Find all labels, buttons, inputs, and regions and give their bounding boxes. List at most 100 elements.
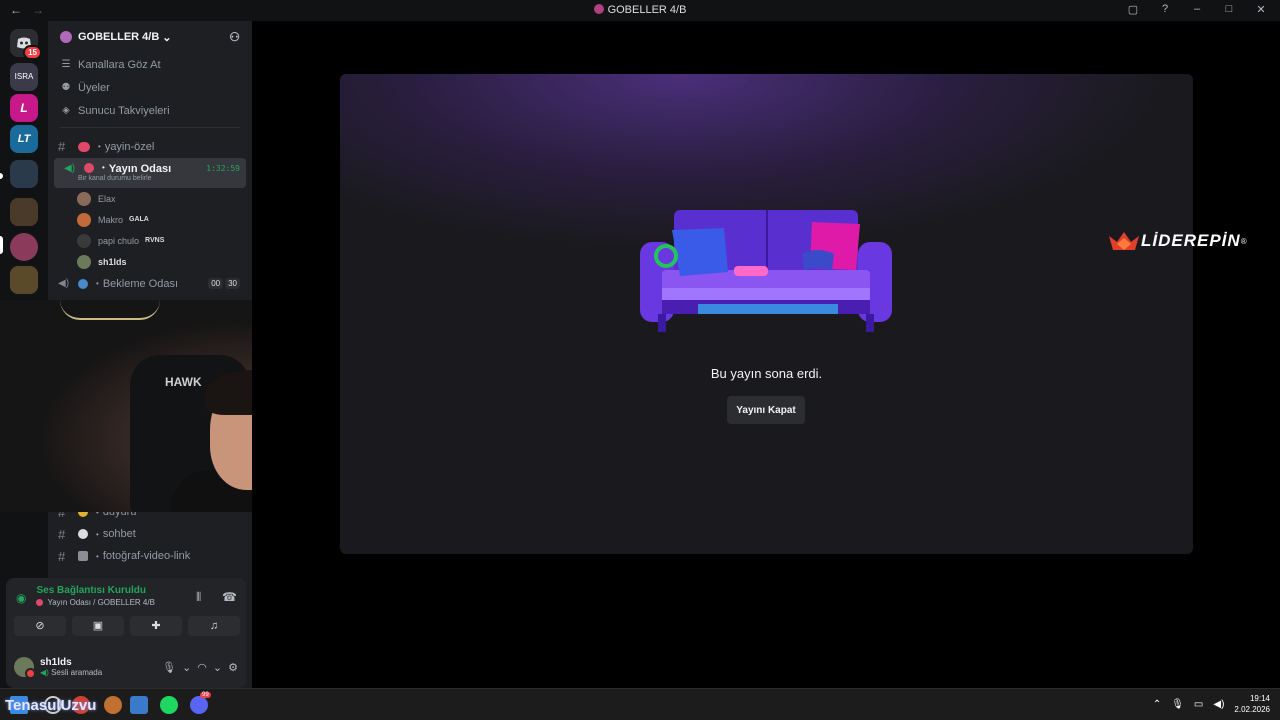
inbox-icon[interactable]: ▢ bbox=[1126, 3, 1140, 16]
hash-icon: # bbox=[58, 139, 66, 154]
window-title: GOBELLER 4/B bbox=[0, 4, 1280, 16]
user-status: ◀) Sesli aramada bbox=[40, 668, 103, 677]
clan-tag: GALA bbox=[129, 216, 149, 223]
chair-brand: HAWK bbox=[165, 375, 202, 389]
guild-folder-1[interactable] bbox=[10, 160, 38, 188]
discord-badge: 99 bbox=[200, 692, 211, 698]
unread-badge: 15 bbox=[23, 45, 42, 60]
channels-icon: ☰ bbox=[61, 59, 71, 70]
voice-user[interactable]: Elax bbox=[48, 188, 252, 209]
guild-l-pink[interactable]: L bbox=[10, 94, 38, 122]
browse-channels[interactable]: ☰ Kanallara Göz At bbox=[48, 53, 252, 76]
globe-icon bbox=[78, 278, 88, 289]
channel-fotograf[interactable]: # • fotoğraf-video-link bbox=[48, 545, 252, 567]
clan-tag: RVNS bbox=[145, 237, 165, 244]
user-count: 00 30 bbox=[208, 278, 240, 289]
speaker-icon: ◀) bbox=[64, 163, 76, 174]
voice-user[interactable]: Makro GALA bbox=[48, 209, 252, 230]
film-icon bbox=[78, 551, 88, 561]
chevron-down-icon[interactable]: ⌄ bbox=[182, 661, 191, 674]
signal-icon[interactable]: ◉ bbox=[16, 591, 26, 607]
settings-gear-icon[interactable]: ⚙ bbox=[228, 661, 238, 674]
app-icon-2[interactable] bbox=[130, 696, 148, 714]
hash-icon: # bbox=[58, 548, 66, 564]
voice-actions: ⊘ ▣ ✚ ♫ bbox=[14, 616, 240, 636]
channel-yayin-odasi[interactable]: ◀) • Yayın Odası 1:32:59 Bir kanal durum… bbox=[54, 158, 246, 188]
main-content: Bu yayın sona erdi. Yayını Kapat LİDEREP… bbox=[252, 21, 1280, 688]
headphones-icon[interactable]: ◠ bbox=[197, 661, 207, 674]
voice-user[interactable]: sh1lds bbox=[48, 251, 252, 272]
stream-ended-panel: Bu yayın sona erdi. Yayını Kapat bbox=[340, 74, 1193, 554]
screen-share-button[interactable]: ▣ bbox=[72, 616, 124, 636]
close-icon[interactable]: ✕ bbox=[1254, 3, 1268, 16]
selected-pill bbox=[0, 236, 3, 254]
window-controls: ▢ ? – □ ✕ bbox=[1126, 3, 1268, 16]
volume-icon[interactable]: ◀) bbox=[1213, 699, 1224, 710]
registered-mark: ® bbox=[1240, 236, 1247, 246]
disconnect-icon[interactable]: ☎ bbox=[222, 590, 237, 604]
crown-logo-icon bbox=[1109, 232, 1139, 250]
guild-folder-2[interactable] bbox=[10, 198, 38, 226]
server-header[interactable]: GOBELLER 4/B ⌄ ⚇ bbox=[48, 21, 252, 53]
chevron-up-icon[interactable]: ⌃ bbox=[1153, 699, 1161, 710]
neon-sign bbox=[60, 300, 160, 320]
guild-avatar[interactable] bbox=[10, 233, 38, 261]
speech-bubble-icon bbox=[78, 529, 88, 539]
channel-name: Yayın Odası bbox=[108, 163, 172, 175]
close-stream-button[interactable]: Yayını Kapat bbox=[727, 396, 805, 424]
microphone-tray-icon[interactable]: 🎙 bbox=[1171, 699, 1184, 710]
os-taskbar: 99 TenasulUzvu ⌃ 🎙 ▭ ◀) 19:14 2.02.2026 bbox=[0, 688, 1280, 720]
avatar[interactable] bbox=[14, 657, 36, 679]
minimize-icon[interactable]: – bbox=[1190, 3, 1204, 16]
soundboard-button[interactable]: ♫ bbox=[188, 616, 240, 636]
spotify-icon[interactable] bbox=[160, 696, 178, 714]
stream-ended-message: Bu yayın sona erdi. bbox=[710, 366, 823, 381]
avatar bbox=[77, 191, 91, 206]
speaker-icon: ◀) bbox=[58, 278, 70, 289]
user-panel: sh1lds ◀) Sesli aramada 🎙 ⌄ ◠ ⌄ ⚙ bbox=[14, 651, 238, 683]
channel-bekleme-odasi[interactable]: ◀) • Bekleme Odası 00 30 bbox=[48, 272, 252, 295]
guild-isra[interactable]: ISRA bbox=[10, 63, 38, 91]
connection-location[interactable]: Yayın Odası / GOBELLER 4/B bbox=[36, 598, 155, 607]
user-controls: 🎙 ⌄ ◠ ⌄ ⚙ bbox=[162, 661, 238, 674]
chevron-down-icon[interactable]: ⌄ bbox=[213, 661, 222, 674]
server-avatar-icon bbox=[60, 31, 72, 43]
channel-sohbet[interactable]: # • sohbet bbox=[48, 523, 252, 545]
server-boosts[interactable]: ◈ Sunucu Takviyeleri bbox=[48, 99, 252, 122]
network-icon[interactable]: ▭ bbox=[1194, 699, 1203, 710]
maximize-icon[interactable]: □ bbox=[1222, 3, 1236, 16]
red-circle-icon bbox=[36, 599, 44, 606]
channel-status[interactable]: Bir kanal durumu belirle bbox=[78, 175, 152, 182]
guild-gold[interactable] bbox=[10, 266, 38, 294]
home-button[interactable]: 15 bbox=[10, 29, 42, 60]
members-icon: ⚉ bbox=[61, 82, 71, 93]
stream-timer: 1:32:59 bbox=[206, 164, 240, 173]
noise-suppression-icon[interactable]: ⦀ bbox=[196, 590, 201, 605]
guild-lt-blue[interactable]: LT bbox=[10, 125, 38, 153]
discord-icon[interactable] bbox=[190, 696, 208, 714]
voice-status: ◉ Ses Bağlantısı Kuruldu Yayın Odası / G… bbox=[16, 585, 155, 607]
boost-icon: ◈ bbox=[62, 105, 70, 116]
avatar bbox=[77, 212, 91, 227]
unread-pill bbox=[0, 173, 3, 179]
help-icon[interactable]: ? bbox=[1158, 3, 1172, 16]
clock[interactable]: 19:14 2.02.2026 bbox=[1234, 693, 1270, 715]
camera-off-button[interactable]: ⊘ bbox=[14, 616, 66, 636]
server-icon bbox=[593, 4, 604, 14]
microphone-icon[interactable]: 🎙 bbox=[162, 661, 176, 674]
red-circle-icon bbox=[84, 163, 94, 173]
members[interactable]: ⚉ Üyeler bbox=[48, 76, 252, 99]
app-icon[interactable] bbox=[104, 696, 122, 714]
invite-icon[interactable]: ⚇ bbox=[229, 30, 240, 44]
voice-user[interactable]: papi chulo RVNS bbox=[48, 230, 252, 251]
channel-yayin-ozel[interactable]: # • yayin-özel bbox=[48, 135, 252, 158]
hash-icon: # bbox=[58, 526, 66, 542]
activities-button[interactable]: ✚ bbox=[130, 616, 182, 636]
avatar bbox=[77, 254, 91, 269]
sponsor-text: LİDEREPİN bbox=[1141, 231, 1241, 250]
lips-icon bbox=[78, 141, 90, 152]
username: sh1lds bbox=[40, 657, 72, 668]
connection-status[interactable]: Ses Bağlantısı Kuruldu bbox=[36, 585, 154, 596]
avatar bbox=[77, 233, 91, 248]
system-tray: ⌃ 🎙 ▭ ◀) 19:14 2.02.2026 bbox=[1153, 693, 1270, 715]
